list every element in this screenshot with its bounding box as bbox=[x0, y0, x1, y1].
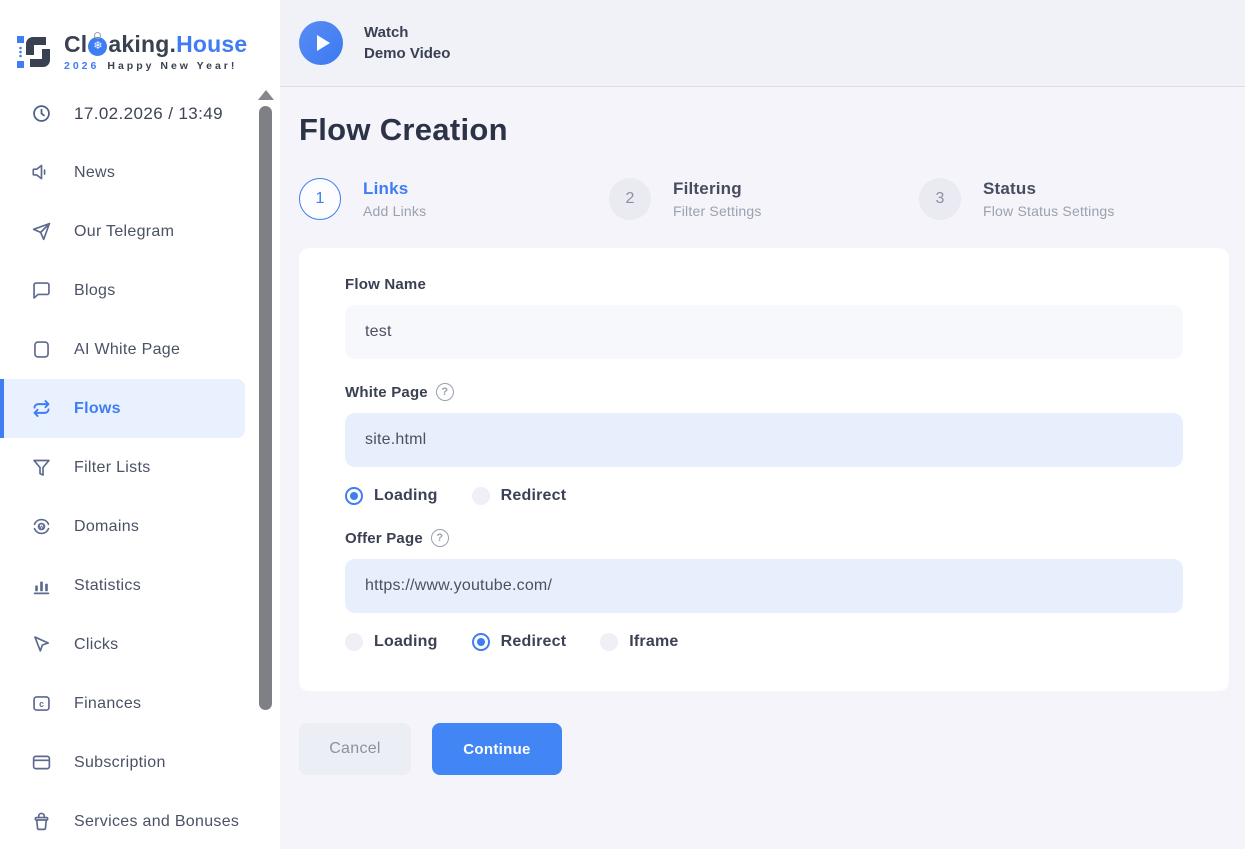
brand-tagline: 2026Happy New Year! bbox=[64, 61, 247, 72]
svg-text:c: c bbox=[39, 699, 44, 709]
sidebar-item-label: Domains bbox=[74, 518, 139, 536]
radio-selected-icon[interactable] bbox=[345, 487, 363, 505]
globe-icon: w bbox=[31, 516, 52, 537]
sidebar-item-domains[interactable]: w Domains bbox=[0, 497, 245, 556]
sidebar-item-label: Flows bbox=[74, 400, 121, 418]
sidebar-datetime-label: 17.02.2026 / 13:49 bbox=[74, 104, 223, 124]
step-label: Status bbox=[983, 179, 1115, 199]
flow-name-input[interactable] bbox=[345, 305, 1183, 359]
flow-creation-page: Flow Creation 1 Links Add Links 2 Filter… bbox=[280, 87, 1245, 849]
radio-unselected-icon[interactable] bbox=[472, 487, 490, 505]
sidebar-item-label: News bbox=[74, 164, 115, 182]
play-icon bbox=[317, 35, 330, 51]
radio-unselected-icon[interactable] bbox=[345, 633, 363, 651]
step-sublabel: Flow Status Settings bbox=[983, 203, 1115, 219]
clock-icon bbox=[31, 103, 52, 124]
sidebar-item-ai-white-page[interactable]: AI White Page bbox=[0, 320, 245, 379]
step-number: 1 bbox=[299, 178, 341, 220]
offer-page-redirect-option[interactable]: Redirect bbox=[472, 633, 567, 651]
sidebar-item-filter-lists[interactable]: Filter Lists bbox=[0, 438, 245, 497]
white-page-loading-option[interactable]: Loading bbox=[345, 487, 438, 505]
continue-button[interactable]: Continue bbox=[432, 723, 562, 775]
sidebar-item-flows[interactable]: Flows bbox=[0, 379, 245, 438]
sidebar-item-label: Subscription bbox=[74, 754, 166, 772]
wizard-steps: 1 Links Add Links 2 Filtering Filter Set… bbox=[299, 178, 1229, 220]
sidebar-item-subscription[interactable]: Subscription bbox=[0, 733, 245, 792]
sidebar-scrollbar[interactable] bbox=[257, 90, 274, 830]
sidebar-item-label: Blogs bbox=[74, 282, 116, 300]
sidebar-item-services-and-bonuses[interactable]: Services and Bonuses bbox=[0, 792, 245, 849]
white-page-label: White Page ? bbox=[345, 383, 1183, 401]
cursor-icon bbox=[31, 634, 52, 655]
step-number: 2 bbox=[609, 178, 651, 220]
sidebar-datetime: 17.02.2026 / 13:49 bbox=[0, 84, 245, 143]
sidebar-item-label: Our Telegram bbox=[74, 223, 174, 241]
sidebar-item-label: Clicks bbox=[74, 636, 118, 654]
sidebar-item-our-telegram[interactable]: Our Telegram bbox=[0, 202, 245, 261]
gift-icon bbox=[31, 811, 52, 832]
sidebar-item-label: Statistics bbox=[74, 577, 141, 595]
finances-card-icon: c bbox=[31, 693, 52, 714]
top-bar: Watch Demo Video bbox=[280, 0, 1245, 87]
brand-name: Cl❄aking.House bbox=[64, 33, 247, 56]
sidebar-item-label: AI White Page bbox=[74, 341, 180, 359]
sidebar-item-finances[interactable]: c Finances bbox=[0, 674, 245, 733]
chat-bubble-icon bbox=[31, 280, 52, 301]
step-number: 3 bbox=[919, 178, 961, 220]
page-icon bbox=[31, 339, 52, 360]
links-form-card: Flow Name White Page ? Loading Redirect … bbox=[299, 248, 1229, 691]
form-actions: Cancel Continue bbox=[299, 723, 1229, 775]
step-sublabel: Filter Settings bbox=[673, 203, 762, 219]
sidebar-item-blogs[interactable]: Blogs bbox=[0, 261, 245, 320]
page-title: Flow Creation bbox=[299, 112, 1229, 148]
christmas-ball-icon: ❄ bbox=[88, 37, 107, 56]
credit-card-icon bbox=[31, 752, 52, 773]
offer-page-help-icon[interactable]: ? bbox=[431, 529, 449, 547]
step-sublabel: Add Links bbox=[363, 203, 426, 219]
main-area: Watch Demo Video Flow Creation 1 Links A… bbox=[280, 0, 1245, 849]
step-filtering[interactable]: 2 Filtering Filter Settings bbox=[609, 178, 919, 220]
repeat-icon bbox=[31, 398, 52, 419]
scrollbar-thumb[interactable] bbox=[259, 106, 272, 710]
brand-logo[interactable]: Cl❄aking.House 2026Happy New Year! bbox=[0, 0, 280, 84]
cancel-button[interactable]: Cancel bbox=[299, 723, 411, 775]
step-status[interactable]: 3 Status Flow Status Settings bbox=[919, 178, 1229, 220]
sidebar-item-label: Services and Bonuses bbox=[74, 813, 239, 831]
offer-page-loading-option[interactable]: Loading bbox=[345, 633, 438, 651]
offer-page-iframe-option[interactable]: Iframe bbox=[600, 633, 678, 651]
bar-chart-icon bbox=[31, 575, 52, 596]
step-label: Filtering bbox=[673, 179, 762, 199]
flow-name-label: Flow Name bbox=[345, 276, 1183, 293]
offer-page-input[interactable] bbox=[345, 559, 1183, 613]
scrollbar-up-arrow[interactable] bbox=[258, 90, 274, 100]
radio-selected-icon[interactable] bbox=[472, 633, 490, 651]
telegram-icon bbox=[31, 221, 52, 242]
white-page-input[interactable] bbox=[345, 413, 1183, 467]
sidebar-item-clicks[interactable]: Clicks bbox=[0, 615, 245, 674]
sidebar-item-label: Finances bbox=[74, 695, 141, 713]
sidebar: Cl❄aking.House 2026Happy New Year! 17.02… bbox=[0, 0, 280, 849]
funnel-icon bbox=[31, 457, 52, 478]
step-links[interactable]: 1 Links Add Links bbox=[299, 178, 609, 220]
sidebar-item-label: Filter Lists bbox=[74, 459, 151, 477]
step-label: Links bbox=[363, 179, 426, 199]
megaphone-icon bbox=[31, 162, 52, 183]
offer-page-label: Offer Page ? bbox=[345, 529, 1183, 547]
svg-text:w: w bbox=[38, 525, 44, 531]
white-page-help-icon[interactable]: ? bbox=[436, 383, 454, 401]
brand-logo-icon bbox=[16, 31, 54, 73]
radio-unselected-icon[interactable] bbox=[600, 633, 618, 651]
watch-demo-video-label[interactable]: Watch Demo Video bbox=[364, 22, 450, 64]
white-page-mode-group: Loading Redirect bbox=[345, 487, 1183, 505]
play-demo-video-button[interactable] bbox=[299, 21, 343, 65]
sidebar-item-news[interactable]: News bbox=[0, 143, 245, 202]
sidebar-item-statistics[interactable]: Statistics bbox=[0, 556, 245, 615]
offer-page-mode-group: Loading Redirect Iframe bbox=[345, 633, 1183, 651]
white-page-redirect-option[interactable]: Redirect bbox=[472, 487, 567, 505]
